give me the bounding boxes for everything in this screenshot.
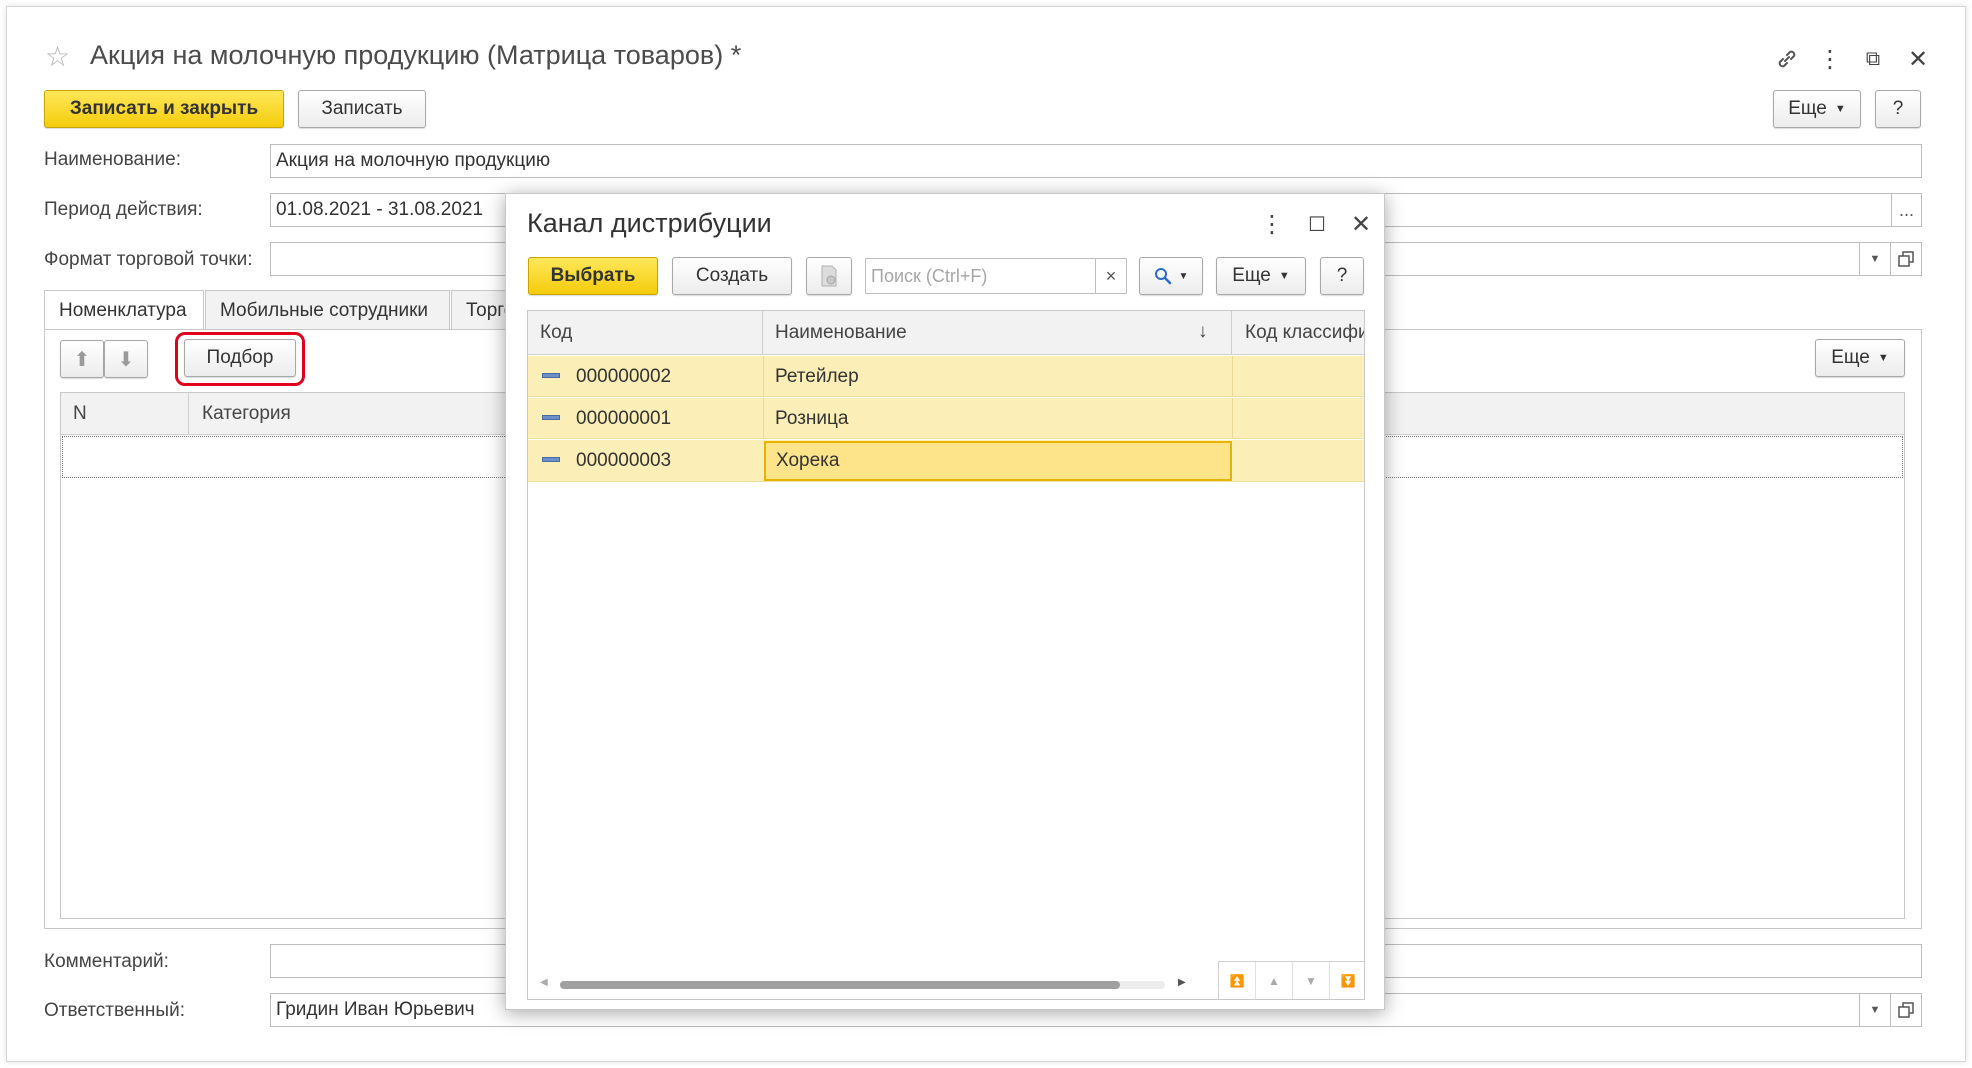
responsible-label: Ответственный: [44,1000,185,1021]
selected-cell-name[interactable]: Хорека [764,441,1232,481]
column-name[interactable]: Наименование [763,311,1232,355]
dialog-title: Канал дистрибуции [527,208,772,238]
row-code: 000000001 [576,407,672,429]
format-dropdown-icon[interactable]: ▼ [1859,242,1891,276]
save-button[interactable]: Записать [298,90,426,128]
search-icon [1154,268,1171,285]
more-button-label: Еще [1788,98,1827,119]
select-button[interactable]: Выбрать [528,257,658,295]
item-marker-icon [542,373,560,378]
move-down-button[interactable]: ⬇ [104,340,148,378]
responsible-dropdown-icon[interactable]: ▼ [1859,993,1891,1027]
row-code: 000000002 [576,365,672,387]
link-icon[interactable] [1770,42,1804,76]
pick-button[interactable]: Подбор [184,339,296,377]
column-n[interactable]: N [61,393,189,435]
row-name: Ретейлер [775,365,859,387]
row-name: Розница [775,407,849,429]
table-more-label: Еще [1831,347,1870,368]
period-select-button[interactable]: ... [1891,193,1922,227]
tab-nomenclature[interactable]: Номенклатура [44,290,204,330]
more-button[interactable]: Еще ▼ [1773,90,1861,128]
list-item[interactable]: 000000003 Хорека [528,440,1364,482]
column-category[interactable]: Категория [190,393,440,435]
dialog-help-button[interactable]: ? [1320,257,1364,295]
format-open-icon[interactable] [1890,242,1922,276]
scroll-up-icon[interactable]: ▲ [1256,962,1293,999]
table-more-button[interactable]: Еще ▼ [1815,339,1905,377]
item-marker-icon [542,457,560,462]
format-label: Формат торговой точки: [44,249,253,270]
list-navigation: ⏫ ▲ ▼ ⏬ [1218,961,1364,999]
name-input[interactable]: Акция на молочную продукцию [270,144,1922,178]
create-button[interactable]: Создать [672,257,792,295]
chevron-down-icon: ▼ [1178,270,1189,282]
row-code: 000000003 [576,450,672,471]
search-input[interactable]: Поиск (Ctrl+F) [865,258,1096,294]
window-close-icon[interactable]: ✕ [1903,42,1933,76]
channel-list: Код Наименование ↓ Код классифи 00000000… [527,310,1365,1000]
column-class-code[interactable]: Код классифи [1233,311,1364,355]
horizontal-scrollbar-thumb[interactable] [560,981,1120,989]
window-more-icon[interactable]: ⋮ [1815,42,1845,76]
chevron-down-icon: ▼ [1278,270,1290,282]
dialog-more-label: Еще [1232,265,1271,286]
move-up-button[interactable]: ⬆ [60,340,104,378]
column-code[interactable]: Код [528,311,763,355]
sort-descending-icon[interactable]: ↓ [1198,321,1208,343]
copy-document-icon[interactable] [806,257,852,295]
dialog-more-button[interactable]: Еще ▼ [1216,257,1306,295]
window-restore-icon[interactable]: ⧉ [1858,44,1888,74]
row-divider [1232,398,1233,439]
scroll-last-icon[interactable]: ⏬ [1330,962,1364,999]
save-and-close-button[interactable]: Записать и закрыть [44,90,284,128]
dialog-more-icon[interactable]: ⋮ [1258,208,1286,240]
item-marker-icon [542,415,560,420]
period-label: Период действия: [44,199,203,220]
row-divider [763,398,764,439]
search-button[interactable]: ▼ [1139,257,1203,295]
tab-trade[interactable]: Торго [451,290,511,330]
scroll-down-icon[interactable]: ▼ [1293,962,1330,999]
scroll-first-icon[interactable]: ⏫ [1219,962,1256,999]
list-item[interactable]: 000000001 Розница [528,398,1364,439]
row-divider [1232,356,1233,397]
horizontal-scrollbar-track[interactable] [560,981,1165,989]
favorite-star-icon[interactable]: ☆ [45,40,70,73]
name-label: Наименование: [44,149,181,170]
chevron-down-icon: ▼ [1877,352,1889,364]
chevron-down-icon: ▼ [1834,103,1846,115]
dialog-close-icon[interactable]: ✕ [1346,208,1376,240]
window-title: Акция на молочную продукцию (Матрица тов… [90,40,742,70]
responsible-open-icon[interactable] [1890,993,1922,1027]
row-divider [763,356,764,397]
clear-search-icon[interactable]: × [1095,258,1127,294]
scroll-right-icon[interactable]: ▶ [1178,977,1186,988]
comment-label: Комментарий: [44,951,169,972]
help-button[interactable]: ? [1875,90,1921,128]
scroll-left-icon[interactable]: ◀ [540,977,548,988]
tab-mobile-staff[interactable]: Мобильные сотрудники [205,290,450,330]
dialog-maximize-icon[interactable]: ☐ [1302,208,1332,240]
list-item[interactable]: 000000002 Ретейлер [528,356,1364,397]
